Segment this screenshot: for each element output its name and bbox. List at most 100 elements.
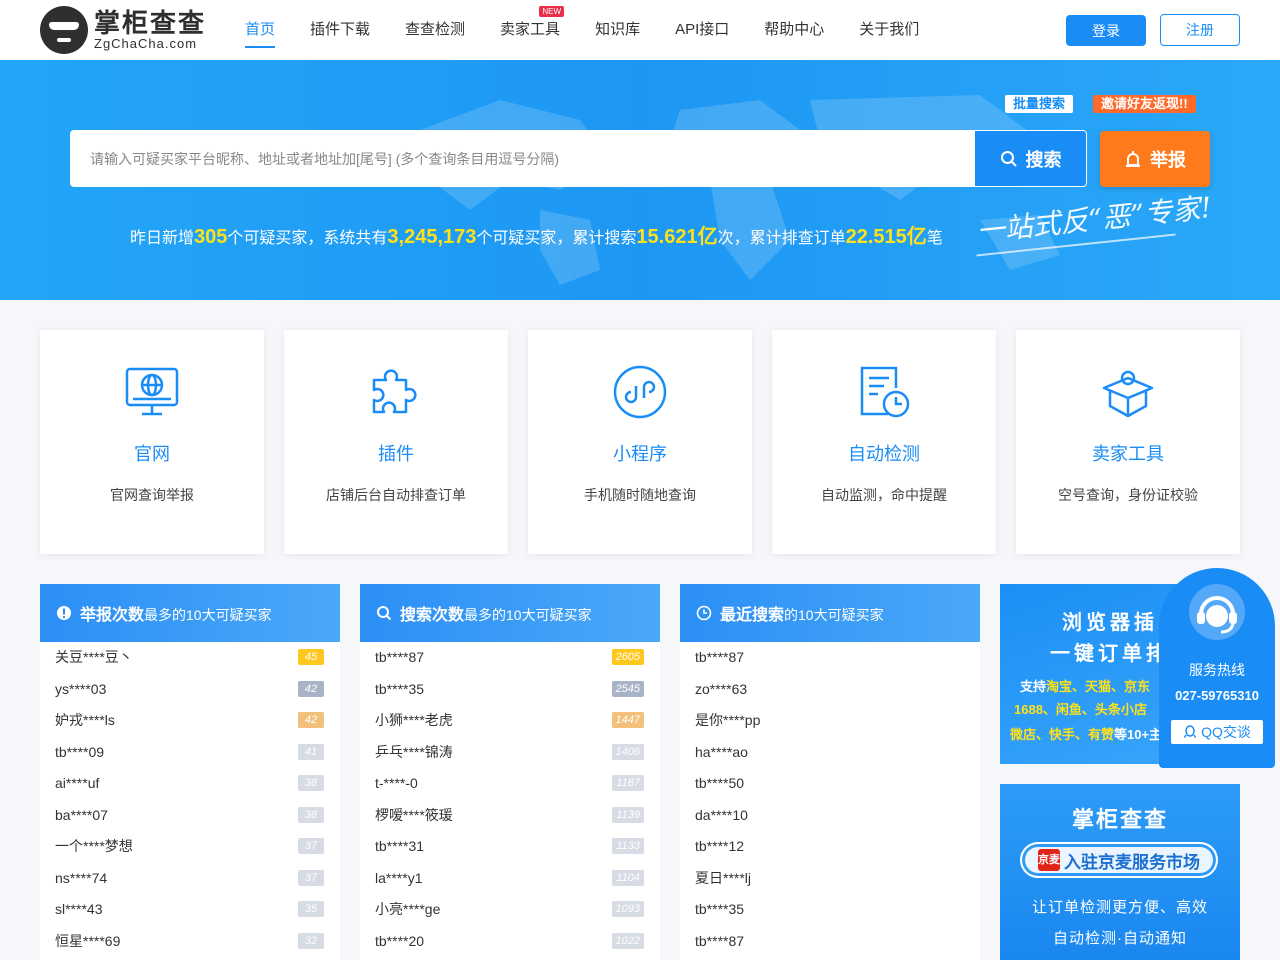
search-count: 1139 bbox=[612, 806, 644, 823]
list-item[interactable]: 小狮****老虎 1447 bbox=[360, 705, 660, 737]
search-count: 1022 bbox=[611, 932, 644, 949]
ad-text: 1688、闲鱼、头条小店 bbox=[1014, 702, 1147, 717]
search-count: 2605 bbox=[611, 649, 644, 665]
list-item[interactable]: tb****87 2605 bbox=[360, 642, 660, 674]
feature-card-website[interactable]: 官网 官网查询举报 bbox=[40, 330, 264, 554]
buyer-name: ns****74 bbox=[55, 869, 108, 886]
ad-title: 掌柜查查 bbox=[1071, 807, 1168, 832]
list-item[interactable]: tb****87 bbox=[680, 926, 980, 958]
batch-search-link[interactable]: 批量搜索 bbox=[1005, 95, 1074, 113]
feature-card-mini-program[interactable]: 小程序 手机随时随地查询 bbox=[528, 330, 752, 554]
hotline-number: 027-59765310 bbox=[1175, 688, 1259, 703]
nav-check[interactable]: 查查检测 bbox=[405, 0, 465, 60]
search-icon bbox=[1000, 150, 1017, 167]
report-ranking-panel: 举报次数最多的10大可疑买家 关豆****豆丶 45 ys****03 42 妒戎*… bbox=[40, 584, 340, 960]
nav-help[interactable]: 帮助中心 bbox=[764, 0, 824, 60]
jingmai-market-ad[interactable]: 掌柜查查 京麦 入驻京麦服务市场 让订单检测更方便、高效 自动检测·自动通知 bbox=[1000, 784, 1240, 960]
ad-text: 支持淘宝、天猫、京东 bbox=[1020, 676, 1150, 695]
feature-title: 官网 bbox=[134, 444, 170, 464]
list-item[interactable]: tb****50 bbox=[680, 768, 980, 800]
alert-icon bbox=[57, 606, 71, 620]
login-button[interactable]: 登录 bbox=[1066, 15, 1146, 46]
feature-card-auto-detect[interactable]: 自动检测 自动监测，命中提醒 bbox=[772, 330, 996, 554]
list-item[interactable]: ns****74 37 bbox=[40, 863, 340, 895]
top-header: 掌柜查查 ZgChaCha.com 首页 插件下载 查查检测 卖家工具 NEW … bbox=[0, 0, 1280, 60]
jingmai-logo-icon: 京麦 bbox=[1038, 849, 1060, 871]
list-item[interactable]: tb****87 bbox=[680, 642, 980, 674]
invite-friends-link[interactable]: 邀请好友返现!! bbox=[1093, 95, 1196, 113]
feature-card-seller-tools[interactable]: 卖家工具 空号查询，身份证校验 bbox=[1016, 330, 1240, 554]
list-item[interactable]: 夏日****lj bbox=[680, 863, 980, 895]
list-item[interactable]: 椤嗳****筱瑗 1139 bbox=[360, 800, 660, 832]
list-item[interactable]: 恒星****69 32 bbox=[40, 926, 340, 958]
buyer-name: 小亮****ge bbox=[375, 901, 441, 917]
list-item[interactable]: da****10 bbox=[680, 800, 980, 832]
ad-text-highlight: 淘宝、天猫、京东 bbox=[1046, 679, 1151, 694]
site-logo[interactable]: 掌柜查查 ZgChaCha.com bbox=[40, 6, 206, 54]
feature-desc: 店铺后台自动排查订单 bbox=[326, 487, 466, 503]
list-item[interactable]: ys****03 42 bbox=[40, 674, 340, 706]
list-item[interactable]: 小亮****ge 1093 bbox=[360, 894, 660, 926]
panel-header: 最近搜索的10大可疑买家 bbox=[680, 584, 980, 642]
ad-text-part: 等10+主 bbox=[1114, 727, 1163, 742]
nav-api[interactable]: API接口 bbox=[675, 0, 729, 60]
search-count: 1406 bbox=[611, 743, 644, 760]
feature-desc: 官网查询举报 bbox=[110, 487, 194, 503]
list-item[interactable]: 关豆****豆丶 45 bbox=[40, 642, 340, 674]
list-item[interactable]: tb****35 bbox=[680, 894, 980, 926]
qq-chat-button[interactable]: QQ交谈 bbox=[1171, 720, 1263, 744]
jingmai-pill[interactable]: 京麦 入驻京麦服务市场 bbox=[1020, 842, 1218, 878]
search-count: 1093 bbox=[611, 901, 644, 917]
ad-text-part: 支持 bbox=[1020, 679, 1047, 694]
search-input[interactable] bbox=[70, 130, 975, 187]
nav-seller-tools[interactable]: 卖家工具 NEW bbox=[500, 0, 565, 60]
list-item[interactable]: ai****uf 38 bbox=[40, 768, 340, 800]
panel-title-rest: 的10大可疑买家 bbox=[784, 607, 884, 623]
list-item[interactable]: 是你****pp bbox=[680, 705, 980, 737]
ad-text: 微店、快手、有赞等10+主 bbox=[1010, 724, 1162, 743]
buyer-name: 小狮****老虎 bbox=[375, 712, 453, 728]
stats-text: 个可疑买家，累计搜索 bbox=[476, 230, 637, 247]
panel-header: 举报次数最多的10大可疑买家 bbox=[40, 584, 340, 642]
report-count: 35 bbox=[298, 901, 324, 917]
list-item[interactable]: 一个****梦想 37 bbox=[40, 831, 340, 863]
stats-line: 昨日新增305个可疑买家，系统共有3,245,173个可疑买家，累计搜索15.6… bbox=[130, 220, 943, 249]
report-count: 45 bbox=[298, 649, 324, 665]
list-item[interactable]: sl****43 35 bbox=[40, 894, 340, 926]
register-button[interactable]: 注册 bbox=[1160, 14, 1240, 46]
search-count: 1447 bbox=[611, 712, 644, 728]
monitor-globe-icon bbox=[125, 367, 179, 416]
nav-knowledge[interactable]: 知识库 bbox=[595, 0, 640, 60]
list-item[interactable]: 妒戎****ls 42 bbox=[40, 705, 340, 737]
nav-about[interactable]: 关于我们 bbox=[859, 0, 919, 60]
buyer-name: t-****-0 bbox=[375, 775, 418, 791]
list-item[interactable]: tb****31 1133 bbox=[360, 831, 660, 863]
list-item[interactable]: tb****20 1022 bbox=[360, 926, 660, 958]
stats-text: 次，累计排查订单 bbox=[717, 230, 846, 247]
nav-plugin-download[interactable]: 插件下载 bbox=[310, 0, 370, 60]
report-button[interactable]: 举报 bbox=[1100, 131, 1210, 187]
list-item[interactable]: la****y1 1104 bbox=[360, 863, 660, 895]
logo-domain: ZgChaCha.com bbox=[94, 36, 198, 51]
list-item[interactable]: t-****-0 1187 bbox=[360, 768, 660, 800]
ad-text: 自动检测·自动通知 bbox=[1053, 930, 1187, 947]
buyer-name: ys****03 bbox=[55, 680, 107, 697]
panel-title-bold: 举报次数 bbox=[80, 607, 145, 624]
report-count: 41 bbox=[298, 743, 324, 760]
stat-total-suspects: 3,245,173 bbox=[387, 226, 477, 248]
list-item[interactable]: ba****07 38 bbox=[40, 800, 340, 832]
feature-card-plugin[interactable]: 插件 店铺后台自动排查订单 bbox=[284, 330, 508, 554]
list-item[interactable]: tb****12 bbox=[680, 831, 980, 863]
nav-home[interactable]: 首页 bbox=[245, 0, 276, 60]
clock-icon bbox=[696, 605, 712, 621]
buyer-name: tb****35 bbox=[375, 680, 425, 697]
list-item[interactable]: ha****ao bbox=[680, 737, 980, 769]
feature-desc: 自动监测，命中提醒 bbox=[821, 487, 947, 503]
list-item[interactable]: tb****35 2545 bbox=[360, 674, 660, 706]
headset-agent-icon bbox=[1189, 584, 1245, 640]
puzzle-icon bbox=[372, 369, 417, 414]
list-item[interactable]: 乒乓****锦涛 1406 bbox=[360, 737, 660, 769]
search-button[interactable]: 搜索 bbox=[974, 130, 1087, 187]
list-item[interactable]: tb****09 41 bbox=[40, 737, 340, 769]
list-item[interactable]: zo****63 bbox=[680, 674, 980, 706]
